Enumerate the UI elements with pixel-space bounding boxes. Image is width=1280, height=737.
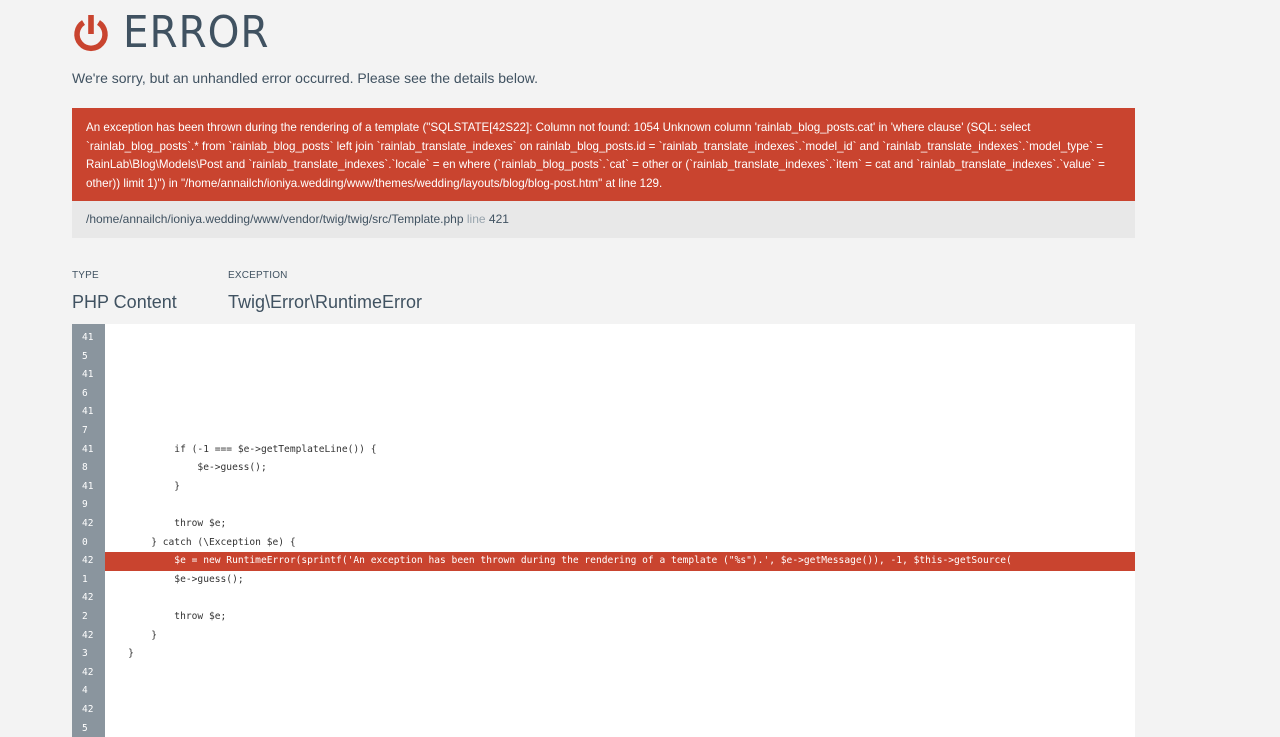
line-number: 42 xyxy=(82,518,94,529)
line-number: 3 xyxy=(82,648,88,660)
line-number: 5 xyxy=(82,350,88,362)
error-header: ERROR xyxy=(72,10,282,56)
error-page: ERROR We're sorry, but an unhandled erro… xyxy=(0,0,1280,737)
code-line: $e->guess(); xyxy=(105,573,244,585)
exception-value: Twig\Error\RuntimeError xyxy=(228,292,423,312)
code-line: $e->guess(); xyxy=(105,462,267,474)
line-number: 9 xyxy=(82,499,88,511)
error-message: An exception has been thrown during the … xyxy=(86,121,1105,191)
highlighted-code-line: $e = new RuntimeError(sprintf('An except… xyxy=(105,552,1135,571)
file-location-bar: /home/annailch/ioniya.wedding/www/vendor… xyxy=(72,201,1135,238)
code-panel: 41 5 41 6 41 7 41 8 41 9 42 0 42 1 42 2 42 3 42 4 42 5 if (-1… xyxy=(72,324,1135,737)
file-path: /home/annailch/ioniya.wedding/www/vendor… xyxy=(86,212,464,226)
line-number: 41 xyxy=(82,406,94,418)
line-number: 1 xyxy=(82,573,88,585)
line-number: 42 xyxy=(82,592,94,604)
line-number: 42 xyxy=(82,666,94,678)
line-label: line xyxy=(466,212,486,226)
line-number: 41 xyxy=(82,443,94,455)
error-subtitle: We're sorry, but an unhandled error occu… xyxy=(72,70,538,86)
code-line: } xyxy=(105,648,134,660)
code-line: if (-1 === $e->getTemplateLine()) { xyxy=(105,443,377,455)
line-number: 41 xyxy=(82,480,94,492)
power-icon xyxy=(74,15,108,52)
error-message-box: An exception has been thrown during the … xyxy=(72,108,1135,201)
code-line: } catch (\Exception $e) { xyxy=(105,536,296,548)
line-number: 42 xyxy=(82,555,94,567)
line-number: 2 xyxy=(82,611,88,622)
line-number: 42 xyxy=(82,629,94,641)
code-line: throw $e; xyxy=(105,611,227,622)
exception-label: EXCEPTION xyxy=(228,270,288,281)
type-label: TYPE xyxy=(72,270,99,281)
line-number: 41 xyxy=(82,332,94,343)
line-number: 6 xyxy=(82,387,88,399)
code-line: } xyxy=(105,629,157,641)
page-title: ERROR xyxy=(123,7,270,58)
line-number: 41 xyxy=(82,369,94,381)
line-number: 421 xyxy=(488,212,509,226)
code-line: throw $e; xyxy=(105,518,227,529)
type-value: PHP Content xyxy=(72,292,177,312)
line-number: 0 xyxy=(82,536,88,548)
line-number: 42 xyxy=(82,704,94,715)
line-number: 5 xyxy=(82,722,88,734)
line-number: 4 xyxy=(82,685,88,697)
code-line: } xyxy=(105,480,181,492)
line-number: 7 xyxy=(82,425,88,436)
line-number: 8 xyxy=(82,462,88,474)
